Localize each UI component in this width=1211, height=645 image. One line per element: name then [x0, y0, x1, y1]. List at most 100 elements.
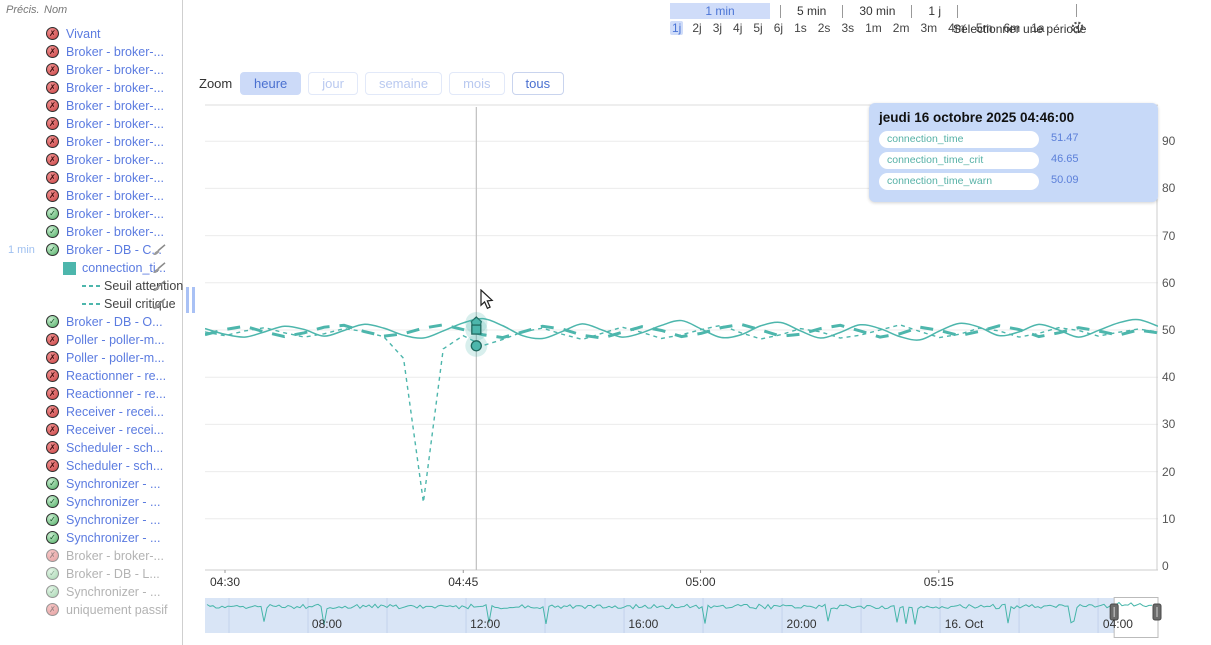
quick-range[interactable]: 3s	[839, 21, 856, 35]
navigator-label: 20:00	[787, 617, 817, 631]
status-ok-icon: ✓	[46, 495, 59, 508]
sidebar-row[interactable]: ✓ Synchronizer - ...	[0, 583, 182, 601]
period-tab[interactable]: 30 min	[853, 3, 901, 19]
sidebar-row[interactable]: ✗ Poller - poller-m...	[0, 331, 182, 349]
zoom-button-heure[interactable]: heure	[240, 72, 301, 95]
sidebar-row[interactable]: ✓ Broker - broker-...	[0, 223, 182, 241]
zoom-label: Zoom	[199, 76, 232, 91]
status-down-icon: ✗	[46, 423, 59, 436]
quick-range[interactable]: 3j	[711, 21, 724, 35]
sidebar-row[interactable]: ✗ Broker - broker-...	[0, 547, 182, 565]
sidebar-row[interactable]: ✗ Reactionner - re...	[0, 367, 182, 385]
quick-range[interactable]: 1s	[792, 21, 809, 35]
sidebar-row[interactable]: ✗ Broker - broker-...	[0, 43, 182, 61]
y-axis-label: 80	[1162, 181, 1188, 195]
status-down-icon: ✗	[46, 405, 59, 418]
x-axis-label: 04:45	[443, 575, 483, 589]
period-tab[interactable]: 5 min	[791, 3, 832, 19]
navigator-label: 16. Oct	[945, 617, 984, 631]
status-ok-icon: ✓	[46, 567, 59, 580]
quick-range[interactable]: 6j	[772, 21, 785, 35]
gear-icon[interactable]	[1070, 20, 1085, 40]
sidebar-row[interactable]: ✗ Broker - broker-...	[0, 115, 182, 133]
sidebar-row[interactable]: ✓ Synchronizer - ...	[0, 475, 182, 493]
sidebar-row-label: Broker - broker-...	[66, 61, 164, 79]
sidebar-row-label: Broker - DB - L...	[66, 565, 160, 583]
zoom-button-tous[interactable]: tous	[512, 72, 565, 95]
sidebar-row[interactable]: ✗ Broker - broker-...	[0, 151, 182, 169]
hover-marker-connection_time_warn	[472, 325, 481, 334]
sidebar-row[interactable]: ✗ Vivant	[0, 25, 182, 43]
sidebar-row[interactable]: ✓ Broker - broker-...	[0, 205, 182, 223]
sidebar-row[interactable]: Seuil attention	[0, 277, 182, 295]
tooltip-row: connection_time 51.47	[879, 131, 1148, 152]
navigator-label: 12:00	[470, 617, 500, 631]
status-ok-icon: ✓	[46, 585, 59, 598]
quick-range[interactable]: 2s	[816, 21, 833, 35]
sidebar-row[interactable]: ✗ Receiver - recei...	[0, 403, 182, 421]
quick-range[interactable]: 3m	[918, 21, 939, 35]
sidebar-row[interactable]: ✓ Synchronizer - ...	[0, 529, 182, 547]
sidebar-row-label: Broker - broker-...	[66, 187, 164, 205]
sidebar-row[interactable]: ✗ Broker - broker-...	[0, 169, 182, 187]
navigator-label: 04:00	[1103, 617, 1133, 631]
quick-range[interactable]: 2j	[690, 21, 703, 35]
status-down-icon: ✗	[46, 99, 59, 112]
quick-range[interactable]: 1j	[670, 21, 683, 35]
y-axis-label: 10	[1162, 512, 1188, 526]
sidebar-row[interactable]: ✓ Broker - DB - L...	[0, 565, 182, 583]
sidebar-resize-handle[interactable]	[186, 287, 196, 313]
sidebar-row[interactable]: ✗ Broker - broker-...	[0, 97, 182, 115]
navigator-handle-right[interactable]	[1153, 604, 1161, 620]
status-ok-icon: ✓	[46, 225, 59, 238]
status-down-icon: ✗	[46, 27, 59, 40]
sidebar-row[interactable]: ✗ Poller - poller-m...	[0, 349, 182, 367]
period-tab[interactable]: 1 min	[670, 3, 770, 19]
x-axis-label: 05:00	[681, 575, 721, 589]
sidebar-row[interactable]: ✓ Synchronizer - ...	[0, 493, 182, 511]
zoom-button-mois[interactable]: mois	[449, 72, 504, 95]
status-ok-icon: ✓	[46, 207, 59, 220]
sidebar-row-label: Receiver - recei...	[66, 421, 164, 439]
quick-range[interactable]: 1m	[863, 21, 884, 35]
sidebar-row[interactable]: ✗ Broker - broker-...	[0, 61, 182, 79]
zoom-button-jour[interactable]: jour	[308, 72, 358, 95]
sidebar-row[interactable]: connection_ti...	[0, 259, 182, 277]
sidebar-row[interactable]: ✗ uniquement passif	[0, 601, 182, 619]
period-tab[interactable]: 1 j	[922, 3, 947, 19]
row-period-label: 1 min	[8, 241, 35, 259]
sidebar-row[interactable]: ✓ Synchronizer - ...	[0, 511, 182, 529]
sidebar-row[interactable]: 1 min ✓ Broker - DB - C...	[0, 241, 182, 259]
sidebar-row-label: Broker - broker-...	[66, 169, 164, 187]
sidebar-row[interactable]: ✗ Broker - broker-...	[0, 79, 182, 97]
status-down-icon: ✗	[46, 387, 59, 400]
sidebar-row[interactable]: ✗ Broker - broker-...	[0, 133, 182, 151]
sidebar-row[interactable]: Seuil critique	[0, 295, 182, 313]
sidebar-row-label: Broker - broker-...	[66, 133, 164, 151]
toolbar-separator	[957, 5, 958, 18]
sidebar-row[interactable]: ✗ Receiver - recei...	[0, 421, 182, 439]
select-period-link[interactable]: Sélectionner une période	[953, 22, 1086, 36]
timeline-navigator[interactable]	[205, 597, 1161, 639]
sidebar-row-label: Broker - broker-...	[66, 97, 164, 115]
series-color-swatch	[63, 262, 76, 275]
quick-range[interactable]: 2m	[891, 21, 912, 35]
sidebar-row[interactable]: ✗ Reactionner - re...	[0, 385, 182, 403]
status-down-icon: ✗	[46, 153, 59, 166]
toolbar-separator	[911, 5, 912, 18]
zoom-button-semaine[interactable]: semaine	[365, 72, 442, 95]
y-axis-label: 60	[1162, 276, 1188, 290]
sidebar-row[interactable]: ✗ Scheduler - sch...	[0, 457, 182, 475]
sidebar-row[interactable]: ✗ Scheduler - sch...	[0, 439, 182, 457]
status-down-icon: ✗	[46, 45, 59, 58]
status-down-icon: ✗	[46, 117, 59, 130]
quick-range[interactable]: 5j	[751, 21, 764, 35]
status-down-icon: ✗	[46, 603, 59, 616]
status-ok-icon: ✓	[46, 315, 59, 328]
sidebar-row-label: Broker - broker-...	[66, 547, 164, 565]
status-down-icon: ✗	[46, 63, 59, 76]
sidebar-row[interactable]: ✓ Broker - DB - O...	[0, 313, 182, 331]
sidebar-row[interactable]: ✗ Broker - broker-...	[0, 187, 182, 205]
quick-range[interactable]: 4j	[731, 21, 744, 35]
sidebar-row-label: Seuil attention	[104, 277, 183, 295]
